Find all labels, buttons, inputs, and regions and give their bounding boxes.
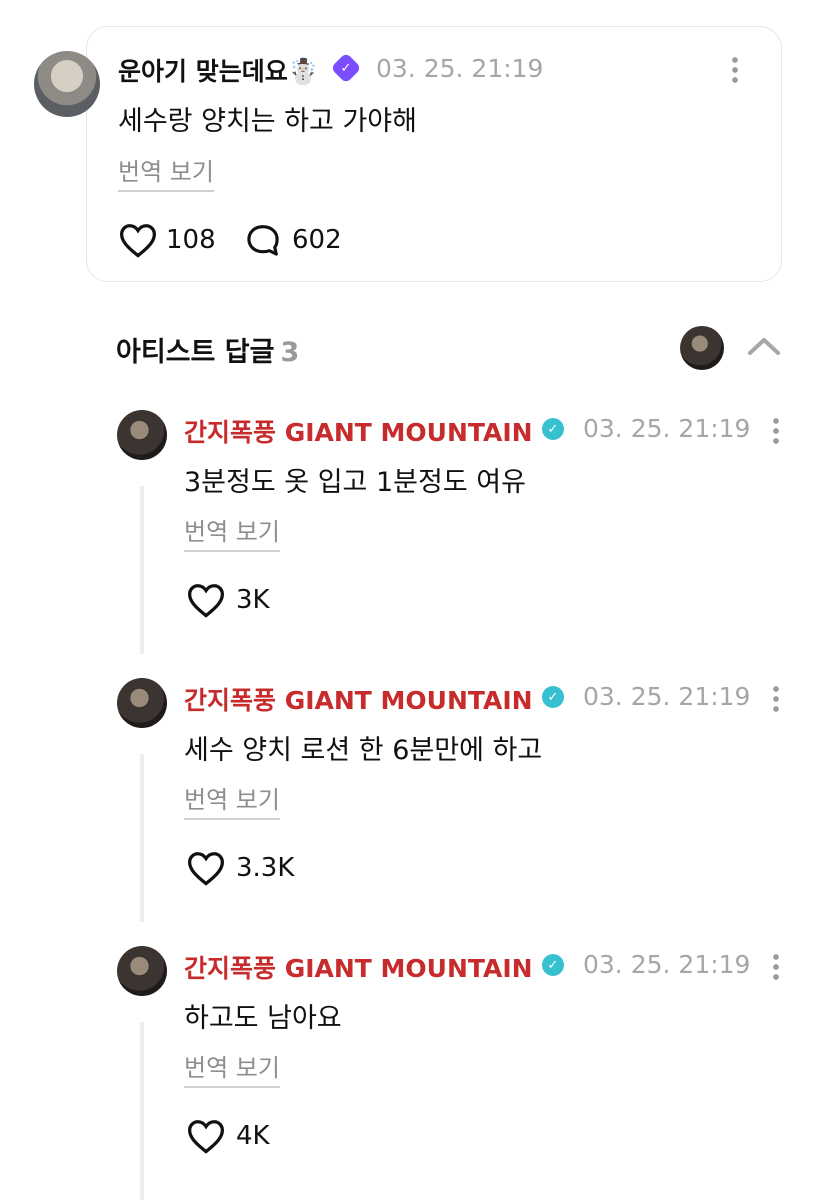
artist-avatar[interactable] — [117, 410, 167, 460]
reply-timestamp: 03. 25. 21:19 — [583, 414, 751, 443]
artist-avatar[interactable] — [117, 946, 167, 996]
reply-timestamp: 03. 25. 21:19 — [583, 950, 751, 979]
like-count: 4K — [236, 1121, 270, 1151]
reply-author[interactable]: 간지폭풍 GIANT MOUNTAIN — [184, 949, 533, 985]
thread-line — [140, 1022, 144, 1200]
artist-replies-count: 3 — [280, 337, 300, 368]
translate-link[interactable]: 번역 보기 — [184, 780, 280, 820]
heart-icon — [187, 584, 225, 618]
verified-badge-icon: ✓ — [542, 418, 564, 440]
like-count: 3K — [236, 585, 270, 615]
heart-icon — [187, 852, 225, 886]
post-username[interactable]: 운아기 맞는데요☃️ — [118, 52, 319, 88]
like-count: 3.3K — [236, 853, 295, 883]
more-options-icon[interactable] — [773, 952, 779, 980]
post-text: 세수랑 양치는 하고 가야해 — [118, 106, 417, 137]
like-button[interactable]: 3K — [186, 582, 270, 618]
more-options-icon[interactable] — [773, 416, 779, 444]
reply-text: 3분정도 옷 입고 1분정도 여유 — [184, 467, 526, 498]
reply-text: 세수 양치 로션 한 6분만에 하고 — [184, 735, 543, 766]
verified-badge-icon: ✓ — [542, 954, 564, 976]
translate-link[interactable]: 번역 보기 — [118, 152, 214, 192]
comment-bubble-icon — [247, 225, 279, 256]
reply-timestamp: 03. 25. 21:19 — [583, 682, 751, 711]
artist-avatar[interactable] — [117, 678, 167, 728]
heart-icon — [187, 1120, 225, 1154]
like-button[interactable]: 4K — [186, 1118, 270, 1154]
translate-link[interactable]: 번역 보기 — [184, 512, 280, 552]
thread-line — [140, 486, 144, 654]
user-avatar[interactable] — [34, 51, 100, 117]
artist-replies-header: 아티스트 답글 3 — [116, 330, 299, 369]
like-button[interactable]: 3.3K — [186, 850, 294, 886]
like-count: 108 — [166, 225, 216, 255]
chevron-up-icon[interactable] — [746, 334, 782, 358]
reply-text: 하고도 남아요 — [184, 1003, 342, 1034]
reply-author[interactable]: 간지폭풍 GIANT MOUNTAIN — [184, 413, 533, 449]
translate-link[interactable]: 번역 보기 — [184, 1048, 280, 1088]
post-timestamp: 03. 25. 21:19 — [376, 54, 544, 83]
comment-button[interactable]: 602 — [244, 222, 342, 258]
more-options-icon[interactable] — [773, 684, 779, 712]
heart-icon — [119, 224, 157, 258]
verified-badge-icon: ✓ — [542, 686, 564, 708]
like-button[interactable]: 108 — [118, 222, 216, 258]
more-options-icon[interactable] — [732, 55, 738, 83]
artist-replies-title: 아티스트 답글 — [116, 337, 275, 368]
reply-author[interactable]: 간지폭풍 GIANT MOUNTAIN — [184, 681, 533, 717]
comment-count: 602 — [292, 225, 342, 255]
thread-line — [140, 754, 144, 922]
artist-avatar-small[interactable] — [680, 326, 724, 370]
